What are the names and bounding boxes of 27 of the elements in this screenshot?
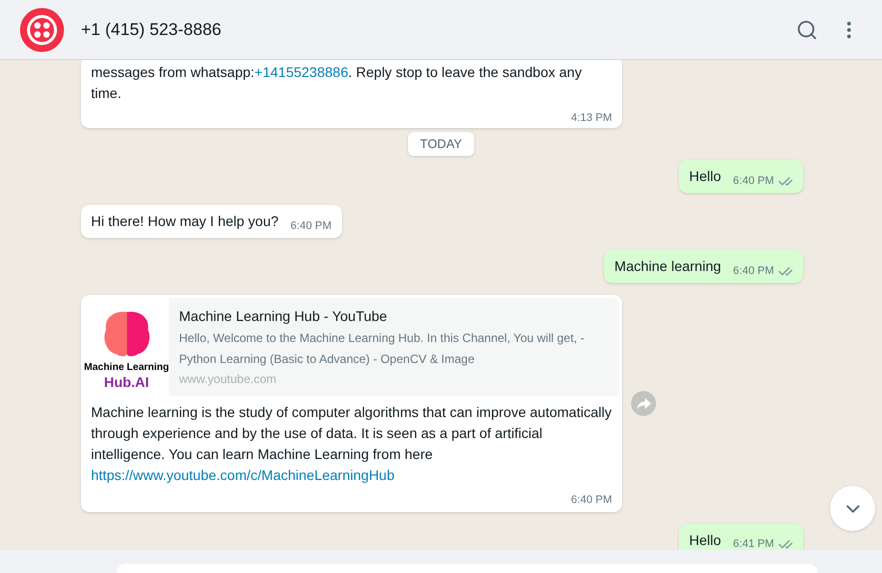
share-arrow-icon <box>636 398 650 410</box>
search-icon[interactable] <box>796 18 818 40</box>
message-text: Hello <box>689 530 722 550</box>
logo-text: Machine Learning <box>84 362 170 374</box>
message-time: 6:40 PM <box>733 174 774 189</box>
preview-domain: www.youtube.com <box>179 371 278 388</box>
message-time: 4:13 PM <box>571 111 612 126</box>
preview-description: Hello, Welcome to the Machine Learning Hub. In this Channel, You will get, - Python Learning (Basic to Advance) - OpenCV & Image <box>179 330 586 368</box>
message-text: Hello <box>689 167 722 186</box>
date-chip: TODAY <box>408 132 474 156</box>
logo-icon <box>20 8 64 52</box>
link-preview[interactable]: Machine Learning Hub.AI Machine Learning Hub - YouTube Hello, Welcome to the Machine Learning Hub. In this Channel, You will get, - Python Learning (Basic to Advance) - OpenCV & Image www.youtube.com <box>84 298 619 396</box>
message-link[interactable]: https://www.youtube.com/c/MachineLearningHub <box>91 467 394 484</box>
contact-name: +1 (415) 523-8886 <box>81 18 222 41</box>
message-text: messages from whatsapp:+14155238886. Reply stop to leave the sandbox any time. <box>91 63 583 103</box>
message-time: 6:40 PM <box>571 493 612 508</box>
forward-button[interactable] <box>631 391 656 416</box>
message-text: Hi there! How may I help you? <box>91 212 279 232</box>
preview-title: Machine Learning Hub - YouTube <box>179 307 388 326</box>
logo-text: Hub.AI <box>104 374 150 390</box>
scroll-down-button[interactable] <box>830 486 875 531</box>
message-time: 6:40 PM <box>733 264 774 279</box>
message-link[interactable]: +14155238886 <box>254 64 348 80</box>
message-time: 6:41 PM <box>733 537 774 550</box>
message-time: 6:40 PM <box>290 218 332 234</box>
message-text: Machine learning is the study of computer algorithms that can improve automatically through experience and by the use of data. It is seen as a part of artificial intelligence. You can learn Machine Learning from here https://www.youtube.com/c/MachineLearningHub <box>91 403 612 486</box>
message-text: Machine learning <box>614 257 722 276</box>
